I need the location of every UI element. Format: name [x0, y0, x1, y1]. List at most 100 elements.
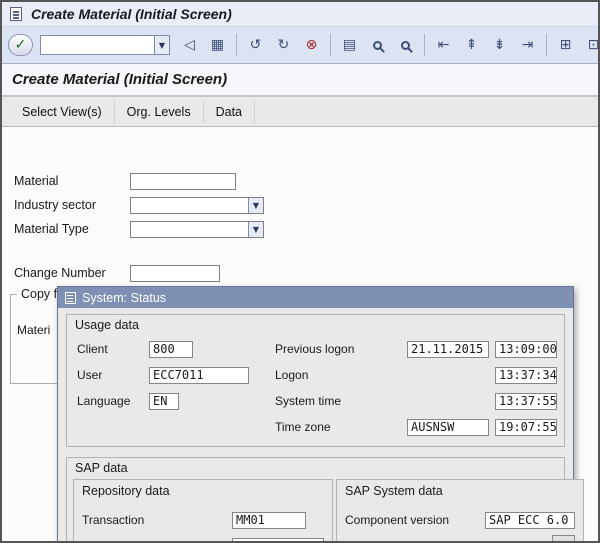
data-button[interactable]: Data — [204, 100, 255, 123]
standard-toolbar: ✓ ▼ ◁ ▦ ↺ ↻ ⊗ ▤ ⇤ ⇞ ⇟ ⇥ ⊞ ⊡ — [2, 27, 598, 64]
sap-system-row: Component version SAP ECC 6.0 — [345, 507, 575, 533]
program-screen-label: Program (screen) — [82, 539, 232, 541]
find-next-button[interactable] — [393, 33, 418, 57]
back-icon: ↺ — [249, 37, 262, 53]
usage-data-title: Usage data — [75, 318, 139, 332]
enter-button[interactable]: ✓ — [8, 34, 33, 56]
material-input[interactable] — [130, 172, 236, 190]
user-field[interactable]: ECC7011 — [149, 366, 249, 384]
time-zone-label: Time zone — [275, 420, 331, 434]
copy-material-label: Materi — [17, 323, 51, 337]
exit-icon: ↻ — [277, 37, 290, 53]
repository-row: Program (screen) SAPLMGMM — [82, 533, 324, 541]
change-number-row: Change Number — [14, 264, 220, 282]
industry-sector-dropdown-icon[interactable]: ▼ — [248, 197, 263, 213]
page-down-button[interactable]: ⇟ — [487, 33, 512, 57]
usage-row: User ECC7011 Logon 13:37:34 — [67, 362, 564, 388]
command-combobox: ▼ — [40, 35, 170, 55]
create-shortcut-button[interactable]: ⊡ — [581, 33, 600, 57]
user-label: User — [77, 368, 103, 382]
material-row: Material — [14, 172, 236, 190]
sap-system-data-group: SAP System data Component version SAP EC… — [336, 479, 584, 541]
change-number-input[interactable] — [130, 264, 220, 282]
dialog-title: System: Status — [82, 290, 167, 305]
component-version-field[interactable]: SAP ECC 6.0 — [485, 511, 575, 529]
window-titlebar: Create Material (Initial Screen) — [2, 2, 598, 27]
logon-label: Logon — [275, 368, 309, 382]
material-type-label: Material Type — [14, 222, 89, 236]
industry-sector-row: Industry sector ▼ — [14, 196, 264, 214]
page-up-button[interactable]: ⇞ — [459, 33, 484, 57]
usage-row: Time zone AUSNSW 19:07:55 — [67, 414, 564, 440]
cancel-icon: ⊗ — [305, 37, 318, 53]
dialog-body: Usage data Client 800 Previous logon 21.… — [58, 308, 584, 541]
application-toolbar: Select View(s) Org. Levels Data — [2, 97, 598, 127]
find-button[interactable] — [365, 33, 390, 57]
time-zone-field[interactable]: AUSNSW — [407, 418, 489, 436]
page-up-icon: ⇞ — [465, 37, 478, 53]
time-zone-time-field[interactable]: 19:07:55 — [495, 418, 557, 436]
client-field[interactable]: 800 — [149, 340, 193, 358]
transaction-field[interactable]: MM01 — [232, 511, 306, 529]
industry-sector-label: Industry sector — [14, 198, 96, 212]
material-type-dropdown-icon[interactable]: ▼ — [248, 221, 263, 237]
first-page-icon: ⇤ — [437, 37, 450, 53]
material-type-select[interactable]: ▼ — [130, 220, 264, 238]
exit-button[interactable]: ↻ — [271, 33, 296, 57]
program-screen-field[interactable]: SAPLMGMM — [232, 537, 324, 541]
sap-window: Create Material (Initial Screen) ✓ ▼ ◁ ▦… — [0, 0, 600, 543]
dialog-titlebar[interactable]: System: Status — [58, 287, 573, 308]
logon-time-field[interactable]: 13:37:34 — [495, 366, 557, 384]
sap-data-title: SAP data — [75, 461, 128, 475]
system-time-label: System time — [275, 394, 342, 408]
create-shortcut-icon: ⊡ — [587, 37, 600, 53]
system-status-icon — [65, 291, 76, 304]
last-page-icon: ⇥ — [521, 37, 534, 53]
component-version-label: Component version — [345, 513, 450, 527]
system-status-dialog: System: Status Usage data Client 800 Pre… — [57, 286, 584, 541]
enter-arrow-button[interactable]: ◁ — [177, 33, 202, 57]
material-label: Material — [14, 174, 59, 188]
org-levels-button[interactable]: Org. Levels — [115, 100, 204, 123]
window-system-icon — [10, 7, 22, 21]
industry-sector-input[interactable] — [131, 197, 248, 213]
enter-arrow-icon: ◁ — [184, 37, 195, 53]
material-type-row: Material Type ▼ — [14, 220, 264, 238]
new-session-button[interactable]: ⊞ — [553, 33, 578, 57]
repository-data-group: Repository data Transaction MM01 Program… — [73, 479, 333, 541]
print-icon: ▤ — [342, 37, 357, 53]
print-button[interactable]: ▤ — [337, 33, 362, 57]
save-button[interactable]: ▦ — [205, 33, 230, 57]
language-field[interactable]: EN — [149, 392, 179, 410]
last-page-button[interactable]: ⇥ — [515, 33, 540, 57]
toolbar-separator — [236, 34, 237, 56]
transaction-label: Transaction — [82, 513, 145, 527]
first-page-button[interactable]: ⇤ — [431, 33, 456, 57]
system-time-field[interactable]: 13:37:55 — [495, 392, 557, 410]
new-session-icon: ⊞ — [559, 37, 572, 53]
find-icon — [373, 40, 382, 50]
command-field[interactable] — [41, 36, 154, 54]
previous-logon-label: Previous logon — [275, 342, 355, 356]
previous-logon-time-field[interactable]: 13:09:00 — [495, 340, 557, 358]
copy-from-group-title: Copy f — [17, 287, 62, 301]
material-type-input[interactable] — [131, 221, 248, 237]
save-icon: ▦ — [210, 37, 225, 53]
sap-system-data-title: SAP System data — [345, 484, 443, 498]
previous-logon-date-field[interactable]: 21.11.2015 — [407, 340, 489, 358]
industry-sector-select[interactable]: ▼ — [130, 196, 264, 214]
usage-data-group: Usage data Client 800 Previous logon 21.… — [66, 314, 565, 447]
toolbar-separator — [546, 34, 547, 56]
toolbar-separator — [424, 34, 425, 56]
back-button[interactable]: ↺ — [243, 33, 268, 57]
select-views-button[interactable]: Select View(s) — [10, 100, 115, 123]
cancel-button[interactable]: ⊗ — [299, 33, 324, 57]
repository-data-title: Repository data — [82, 484, 170, 498]
page-down-icon: ⇟ — [493, 37, 506, 53]
find-next-icon — [401, 40, 410, 50]
window-title: Create Material (Initial Screen) — [31, 6, 232, 22]
command-dropdown-icon[interactable]: ▼ — [154, 36, 169, 54]
screen-title: Create Material (Initial Screen) — [2, 64, 598, 97]
repository-row: Transaction MM01 — [82, 507, 324, 533]
detail-search-button[interactable] — [552, 535, 575, 541]
